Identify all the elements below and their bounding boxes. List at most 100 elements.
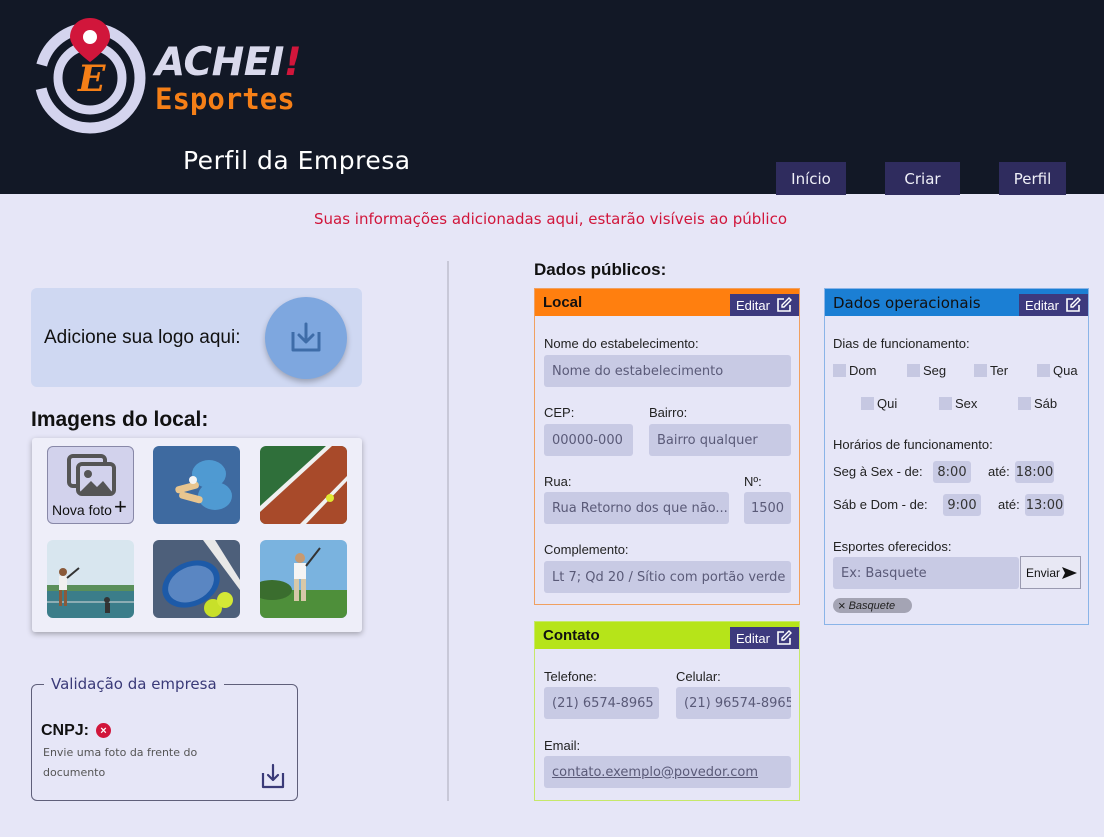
operacional-card: Dados operacionais Editar Dias de funcio… [824,288,1089,625]
brand-name: ACHEI! [155,40,302,85]
semana-ate-field[interactable]: 18:00 [1015,461,1054,483]
semana-label: Seg à Sex - de: [833,464,923,479]
ping-pong-image [175,460,232,510]
semana-de-field[interactable]: 8:00 [933,461,971,483]
cnpj-invalid-icon: × [96,723,111,738]
golfer-image [260,547,347,618]
plus-icon: + [114,494,127,519]
fds-ate-label: até: [998,497,1020,512]
local-card: Local Editar Nome do estabelecimento: No… [534,288,800,605]
checkbox-box [861,397,874,410]
telefone-label: Telefone: [544,669,597,684]
semana-ate-label: até: [988,464,1010,479]
logo-upload-box: Adicione sua logo aqui: [31,288,362,387]
company-validation-box: Validação da empresa CNPJ: × Envie uma f… [31,675,298,801]
checkbox-qui-label: Qui [877,396,898,411]
column-divider [447,261,449,801]
edit-icon [1066,297,1081,312]
fds-de-field[interactable]: 9:00 [943,494,981,516]
sport-chip-label: Basquete [848,599,896,612]
nav-criar-button[interactable]: Criar [885,162,960,195]
checkbox-box [1037,364,1050,377]
page-title: Perfil da Empresa [183,146,411,175]
rua-field[interactable]: Rua Retorno dos que não... [544,492,729,524]
send-sport-button[interactable]: Enviar [1020,556,1081,589]
remove-chip-icon[interactable]: × [838,598,846,613]
tennis-players-image [47,567,134,618]
local-card-header: Local Editar [535,289,799,316]
checkbox-ter[interactable]: Ter [974,363,1008,378]
operacional-card-title: Dados operacionais [833,294,981,312]
checkbox-seg-label: Seg [923,363,947,378]
esportes-input[interactable]: Ex: Basquete [833,557,1019,589]
cep-field[interactable]: 00000-000 [544,424,633,456]
checkbox-box [1018,397,1031,410]
images-gallery: Nova foto + [32,438,362,632]
contato-card-header: Contato Editar [535,622,799,649]
edit-icon [777,630,792,645]
nav-inicio-button[interactable]: Início [776,162,846,195]
complemento-field[interactable]: Lt 7; Qd 20 / Sítio com portão verde [544,561,791,593]
fds-ate-field[interactable]: 13:00 [1025,494,1064,516]
local-edit-button[interactable]: Editar [730,294,799,316]
local-edit-label: Editar [736,297,770,313]
send-icon [1062,567,1077,579]
tennis-court-image [260,446,347,524]
telefone-field[interactable]: (21) 6574-8965 [544,687,659,719]
add-photo-button[interactable]: Nova foto + [47,446,134,524]
operacional-edit-button[interactable]: Editar [1019,294,1088,316]
validation-title: Validação da empresa [44,675,224,693]
photo-tennis-players[interactable] [47,540,134,618]
contato-card-title: Contato [543,627,600,644]
numero-field[interactable]: 1500 [744,492,791,524]
contato-edit-button[interactable]: Editar [730,627,799,649]
checkbox-sex-label: Sex [955,396,978,411]
logo-upload-button[interactable] [265,297,347,379]
photo-racket-balls[interactable] [153,540,240,618]
logo-letter: E [78,58,106,100]
esportes-label: Esportes oferecidos: [833,539,952,554]
cep-label: CEP: [544,405,575,420]
brand-subtitle: Esportes [155,82,295,116]
photo-tennis-court[interactable] [260,446,347,524]
edit-icon [777,297,792,312]
public-data-title: Dados públicos: [534,260,667,279]
sport-chip-basquete[interactable]: × Basquete [833,598,912,613]
checkbox-qua-label: Qua [1053,363,1078,378]
rua-label: Rua: [544,474,572,489]
checkbox-qua[interactable]: Qua [1037,363,1078,378]
checkbox-sex[interactable]: Sex [939,396,977,411]
email-field[interactable]: contato.exemplo@povedor.com [544,756,791,788]
image-gallery-icon [67,454,116,496]
racket-balls-image [162,540,240,617]
document-upload-icon[interactable] [260,763,286,791]
fds-label: Sáb e Dom - de: [833,497,928,512]
celular-field[interactable]: (21) 96574-8965 [676,687,791,719]
bairro-label: Bairro: [649,405,688,420]
checkbox-seg[interactable]: Seg [907,363,946,378]
photo-golfer[interactable] [260,540,347,618]
public-notice: Suas informações adicionadas aqui, estar… [313,210,788,228]
add-photo-label: Nova foto [52,502,112,518]
brand-bang: ! [283,40,302,85]
celular-label: Celular: [676,669,721,684]
checkbox-dom-label: Dom [849,363,877,378]
operacional-card-header: Dados operacionais Editar [825,289,1088,316]
nav-perfil-button[interactable]: Perfil [999,162,1066,195]
nome-label: Nome do estabelecimento: [544,336,699,351]
local-card-title: Local [543,294,583,311]
logo-upload-label: Adicione sua logo aqui: [44,327,241,348]
checkbox-dom[interactable]: Dom [833,363,876,378]
checkbox-sab-label: Sáb [1034,396,1058,411]
checkbox-qui[interactable]: Qui [861,396,897,411]
checkbox-sab[interactable]: Sáb [1018,396,1057,411]
checkbox-box [939,397,952,410]
checkbox-box [833,364,846,377]
app-header: E ACHEI! Esportes Perfil da Empresa Iníc… [0,0,1104,195]
photo-ping-pong[interactable] [153,446,240,524]
checkbox-ter-label: Ter [990,363,1009,378]
numero-label: Nº: [744,474,762,489]
email-value: contato.exemplo@povedor.com [552,764,759,780]
bairro-field[interactable]: Bairro qualquer [649,424,791,456]
nome-field[interactable]: Nome do estabelecimento [544,355,791,387]
